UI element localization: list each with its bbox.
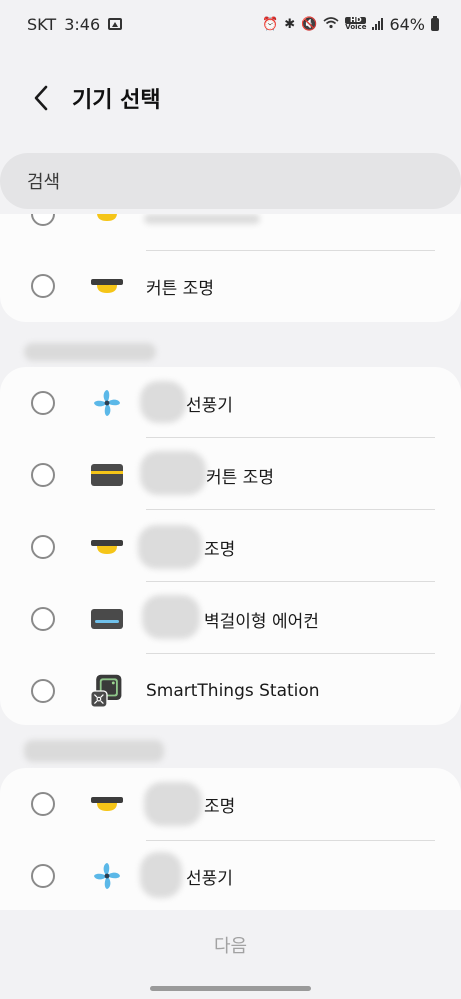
ceiling-light-icon [89,214,125,232]
device-row[interactable]: SmartThings Station [0,655,461,725]
hd-voice-icon: HD Voice [345,17,367,31]
alarm-icon: ⏰ [262,16,279,32]
wifi-icon [323,16,339,32]
blurred-name [140,451,206,495]
radio-button[interactable] [31,864,55,888]
blurred-name [144,782,202,826]
blurred-name [140,852,182,898]
next-button[interactable]: 다음 [0,925,461,965]
home-indicator[interactable] [150,986,311,991]
blurred-name [142,595,200,639]
status-bar: SKT 3:46 ⏰ ✱ 🔇 HD Voice 64% [0,0,461,48]
device-name: SmartThings Station [146,681,320,701]
radio-button[interactable] [31,463,55,487]
chevron-left-icon [34,85,48,111]
search-placeholder: 검색 [27,172,61,193]
radio-button[interactable] [31,679,55,703]
device-row[interactable]: 벽걸이형 에어컨 [0,583,461,655]
radio-button[interactable] [31,535,55,559]
device-name: 커튼 조명 [206,467,274,488]
radio-button[interactable] [31,274,55,298]
time-label: 3:46 [64,14,101,34]
search-input[interactable]: 검색 [0,153,461,209]
device-row[interactable]: 커튼 조명 [0,439,461,511]
status-right: ⏰ ✱ 🔇 HD Voice 64% [262,15,439,34]
device-name: 커튼 조명 [146,278,214,299]
divider [146,581,435,582]
battery-percent: 64% [389,14,425,34]
device-name: 벽걸이형 에어컨 [204,611,319,632]
radio-button[interactable] [31,214,55,226]
device-group-card: 조명 선풍기 [0,768,461,910]
device-name: 조명 [204,796,236,817]
back-button[interactable] [22,78,62,118]
divider [146,437,435,438]
fan-icon [89,385,125,421]
device-row[interactable]: 선풍기 [0,367,461,439]
device-row[interactable]: 커튼 조명 [0,250,461,322]
signal-icon [372,18,384,30]
radio-button[interactable] [31,792,55,816]
next-label: 다음 [213,936,248,957]
device-group-card: 선풍기 커튼 조명 조명 벽걸이형 에어컨 SmartThings Statio… [0,367,461,725]
device-row[interactable]: 선풍기 [0,840,461,910]
device-name: 선풍기 [186,395,233,416]
app-header: 기기 선택 [0,70,461,126]
carrier-label: SKT [27,14,57,34]
device-group-card: 커튼 조명 [0,214,461,322]
device-row[interactable]: 조명 [0,511,461,583]
radio-button[interactable] [31,607,55,631]
mute-icon: 🔇 [301,16,318,32]
section-label-blurred [24,740,164,762]
gallery-icon [108,18,123,30]
divider [146,653,435,654]
voice-label: Voice [345,23,367,31]
bluetooth-icon: ✱ [284,16,296,32]
air-conditioner-icon [89,601,125,637]
curtain-light-icon [89,457,125,493]
fan-icon [89,858,125,894]
blurred-name [144,214,260,224]
status-left: SKT 3:46 [27,14,123,34]
device-name: 조명 [204,539,236,560]
section-label-blurred [24,343,156,361]
smartthings-station-icon [89,673,125,709]
blurred-name [140,381,186,423]
ceiling-light-icon [89,268,125,304]
device-row[interactable]: 조명 [0,768,461,840]
page-title: 기기 선택 [72,88,161,113]
ceiling-light-icon [89,529,125,565]
blurred-name [138,525,202,569]
battery-icon [431,15,439,31]
device-name: 선풍기 [186,868,233,889]
radio-button[interactable] [31,391,55,415]
ceiling-light-icon [89,786,125,822]
divider [146,509,435,510]
